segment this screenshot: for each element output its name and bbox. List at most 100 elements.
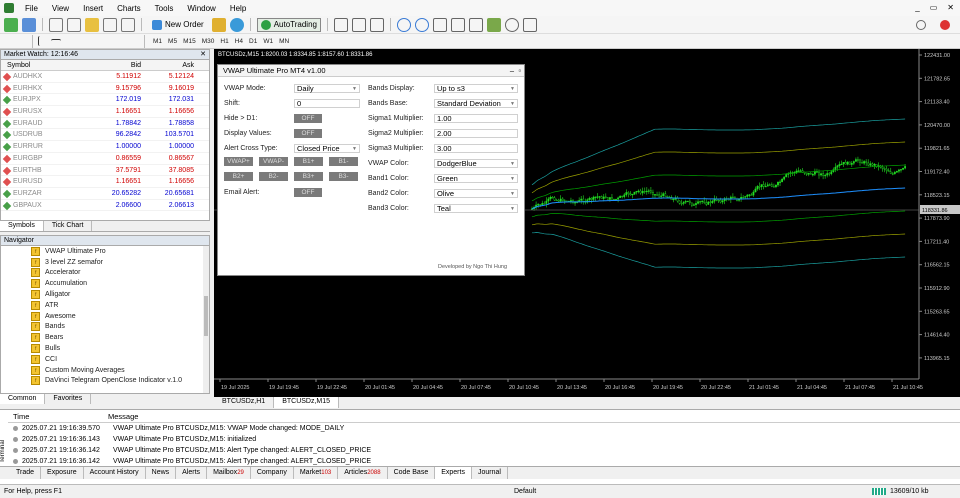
arrows-icon[interactable]	[129, 36, 139, 46]
tile-windows-icon[interactable]	[432, 17, 447, 32]
alert-button[interactable]: B2+	[224, 172, 253, 181]
log-row[interactable]: 2025.07.21 19:16:39.570 VWAP Ultimate Pro…	[8, 423, 960, 434]
tab-journal[interactable]: Journal	[472, 467, 508, 479]
setting-select[interactable]: Up to s3 ▼	[434, 84, 518, 93]
navigator-item[interactable]: f ATR	[1, 300, 209, 311]
col-bid[interactable]: Bid	[87, 60, 141, 70]
tab-symbols[interactable]: Symbols	[0, 221, 44, 231]
menu-tools[interactable]: Tools	[148, 4, 181, 13]
navigator-item[interactable]: f CCI	[1, 354, 209, 365]
market-row[interactable]: EURZAR 20.65282 20.65681	[1, 188, 209, 200]
tab-common[interactable]: Common	[0, 394, 46, 404]
tab-articles[interactable]: Articles2088	[338, 467, 388, 479]
market-row[interactable]: GBPAUX 2.06600 2.06613	[1, 200, 209, 212]
market-row[interactable]: EURJPX 172.019 172.031	[1, 94, 209, 107]
candlestick-icon[interactable]	[351, 17, 366, 32]
tab-company[interactable]: Company	[251, 467, 294, 479]
market-row[interactable]: EURGBP 0.86559 0.86567	[1, 153, 209, 165]
navigator-item[interactable]: f Accumulation	[1, 278, 209, 289]
profiles-icon[interactable]	[22, 17, 36, 32]
minimize-icon[interactable]: –	[510, 65, 514, 77]
trendline-icon[interactable]	[64, 36, 74, 46]
setting-select[interactable]: Teal ▼	[434, 204, 518, 213]
setting-input[interactable]: 1.00	[434, 114, 518, 123]
setting-select[interactable]: Daily ▼	[294, 84, 360, 93]
navigator-item[interactable]: f Accelerator	[1, 268, 209, 279]
market-row[interactable]: AUDHKX 5.11912 5.12124	[1, 71, 209, 83]
channel-icon[interactable]	[77, 36, 87, 46]
market-row[interactable]: EURAUD 1.78842 1.78858	[1, 118, 209, 130]
strategy-tester-icon[interactable]	[121, 17, 135, 32]
new-order-button[interactable]: New Order	[148, 18, 208, 32]
tab-news[interactable]: News	[146, 467, 177, 479]
timeframe-m15[interactable]: M15	[180, 38, 199, 45]
setting-input[interactable]: 2.00	[434, 129, 518, 138]
alert-button[interactable]: B1-	[329, 157, 358, 166]
bar-chart-icon[interactable]	[333, 17, 348, 32]
email-alert-toggle[interactable]: OFF	[294, 188, 322, 197]
tab-exposure[interactable]: Exposure	[41, 467, 84, 479]
col-time[interactable]: Time	[8, 410, 108, 422]
minimize-icon[interactable]: _	[915, 3, 919, 12]
col-symbol[interactable]: Symbol	[1, 60, 87, 70]
timeframe-mn[interactable]: MN	[276, 38, 292, 45]
scroll-thumb[interactable]	[204, 296, 208, 336]
navigator-icon[interactable]	[85, 17, 99, 32]
market-row[interactable]: EURTHB 37.5791 37.8085	[1, 165, 209, 177]
autotrading-button[interactable]: AutoTrading	[256, 17, 321, 32]
timeframe-m5[interactable]: M5	[165, 38, 180, 45]
tab-account-history[interactable]: Account History	[84, 467, 146, 479]
alert-button[interactable]: VWAP-	[259, 157, 288, 166]
toggle-button[interactable]: OFF	[294, 114, 322, 123]
alert-button[interactable]: B3+	[294, 172, 323, 181]
timeframe-w1[interactable]: W1	[260, 38, 276, 45]
tab-favorites[interactable]: Favorites	[45, 394, 92, 404]
setting-select[interactable]: Closed Price ▼	[294, 144, 360, 153]
timeframe-m1[interactable]: M1	[150, 38, 165, 45]
menu-file[interactable]: File	[18, 4, 45, 13]
timeframe-d1[interactable]: D1	[246, 38, 260, 45]
vertical-line-icon[interactable]	[38, 36, 48, 46]
menu-help[interactable]: Help	[223, 4, 253, 13]
alert-button[interactable]: B1+	[294, 157, 323, 166]
terminal-icon[interactable]	[103, 17, 117, 32]
menu-window[interactable]: Window	[180, 4, 222, 13]
market-row[interactable]: EURUSD 1.16651 1.16656	[1, 176, 209, 188]
autoscroll-icon[interactable]	[450, 17, 465, 32]
tab-experts[interactable]: Experts	[435, 467, 472, 479]
navigator-item[interactable]: f 3 level ZZ semafor	[1, 257, 209, 268]
navigator-item[interactable]: f DaVinci Telegram OpenClose Indicator v.…	[1, 376, 209, 387]
navigator-item[interactable]: f Bulls	[1, 343, 209, 354]
timeframe-m30[interactable]: M30	[199, 38, 218, 45]
tab-market[interactable]: Market103	[294, 467, 339, 479]
market-row[interactable]: EURHKX 9.15796 9.16019	[1, 83, 209, 95]
tab-alerts[interactable]: Alerts	[176, 467, 208, 479]
tab-trade[interactable]: Trade	[10, 467, 42, 479]
tab-btcusdz-h1[interactable]: BTCUSDz,H1	[214, 397, 275, 408]
tab-tick-chart[interactable]: Tick Chart	[44, 221, 93, 231]
navigator-item[interactable]: f VWAP Ultimate Pro	[1, 246, 209, 257]
setting-select[interactable]: Standard Deviation ▼	[434, 99, 518, 108]
timeframe-h1[interactable]: H1	[217, 38, 231, 45]
setting-input[interactable]: 3.00	[434, 144, 518, 153]
close-icon[interactable]: ▫	[518, 65, 521, 77]
close-icon[interactable]: ✕	[947, 3, 954, 12]
market-row[interactable]: EURRUR 1.00000 1.00000	[1, 141, 209, 153]
menu-view[interactable]: View	[45, 4, 76, 13]
data-window-icon[interactable]	[67, 17, 81, 32]
line-chart-icon[interactable]	[369, 17, 384, 32]
navigator-item[interactable]: f Alligator	[1, 289, 209, 300]
setting-select[interactable]: DodgerBlue ▼	[434, 159, 518, 168]
tab-mailbox[interactable]: Mailbox29	[207, 467, 251, 479]
alert-button[interactable]: B2-	[259, 172, 288, 181]
close-icon[interactable]: ✕	[200, 50, 206, 60]
log-row[interactable]: 2025.07.21 19:16:36.142 VWAP Ultimate Pro…	[8, 445, 960, 456]
new-chart-icon[interactable]	[4, 17, 18, 32]
setting-select[interactable]: Olive ▼	[434, 189, 518, 198]
timeframe-h4[interactable]: H4	[232, 38, 246, 45]
notification-icon[interactable]	[940, 19, 950, 30]
tab-btcusdz-m15[interactable]: BTCUSDz,M15	[274, 397, 340, 408]
chart-shift-icon[interactable]	[468, 17, 483, 32]
market-row[interactable]: USDRUB 96.2842 103.5701	[1, 129, 209, 142]
fibonacci-icon[interactable]	[90, 36, 100, 46]
